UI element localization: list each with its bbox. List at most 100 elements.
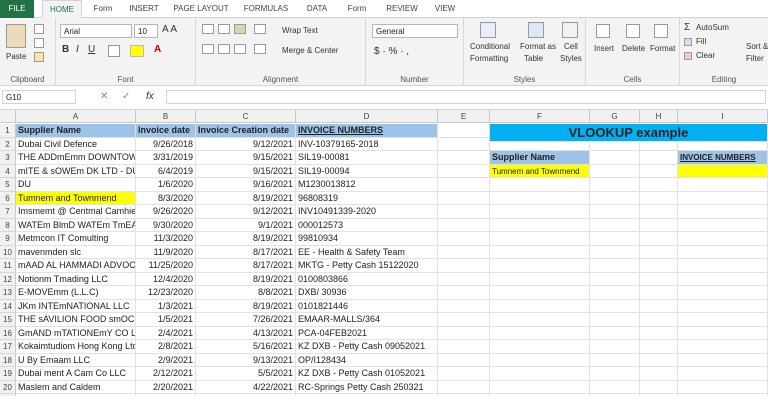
row-header-3[interactable]: 3 [0,151,16,165]
empty-cell[interactable] [438,272,490,286]
empty-cell[interactable] [640,232,678,246]
empty-cell[interactable] [438,245,490,259]
empty-cell[interactable] [678,232,768,246]
fill-color-icon[interactable] [130,45,144,57]
table-cell[interactable]: MKTG - Petty Cash 15122020 [296,259,438,273]
empty-cell[interactable] [438,124,490,138]
table-cell[interactable]: WATEm BlmD WATEm TmEA [16,218,136,232]
table-cell[interactable]: JKm INTEmNATIONAL LLC [16,299,136,313]
header-cell-d[interactable]: INVOICE NUMBERS [296,124,438,138]
table-cell[interactable]: 9/26/2020 [136,205,196,219]
empty-cell[interactable] [490,286,590,300]
cell-styles-line1[interactable]: Cell [564,42,578,51]
table-cell[interactable]: INV-10379165-2018 [296,137,438,151]
empty-cell[interactable] [640,205,678,219]
empty-cell[interactable] [678,380,768,394]
vlookup-title[interactable]: VLOOKUP example [490,124,768,142]
table-cell[interactable]: 6/4/2019 [136,164,196,178]
empty-cell[interactable] [640,340,678,354]
empty-cell[interactable] [640,164,678,178]
tab-review[interactable]: REVIEW [380,0,424,18]
table-cell[interactable]: 8/19/2021 [196,272,296,286]
table-cell[interactable]: 12/23/2020 [136,286,196,300]
format-painter-icon[interactable] [34,52,44,62]
delete-button[interactable]: Delete [622,44,645,53]
align-left-icon[interactable] [202,44,214,54]
table-cell[interactable]: 8/3/2020 [136,191,196,205]
clear-icon[interactable] [684,52,692,60]
table-cell[interactable]: OP/I128434 [296,353,438,367]
table-cell[interactable]: mavenmden slc [16,245,136,259]
table-cell[interactable]: THE sAVILION FOOD smOCE [16,313,136,327]
row-header-11[interactable]: 11 [0,259,16,273]
enter-icon[interactable]: ✓ [122,91,130,102]
empty-cell[interactable] [640,299,678,313]
table-cell[interactable]: M1230013812 [296,178,438,192]
empty-cell[interactable] [640,218,678,232]
row-header-12[interactable]: 12 [0,272,16,286]
table-cell[interactable]: mAAD AL HAMMADI ADVOCA [16,259,136,273]
table-cell[interactable]: 2/8/2021 [136,340,196,354]
table-cell[interactable]: 8/17/2021 [196,245,296,259]
empty-cell[interactable] [590,313,640,327]
invoice-result-cell[interactable] [678,164,768,178]
empty-cell[interactable] [490,191,590,205]
table-cell[interactable]: GmAND mTATIONEmY CO L [16,326,136,340]
paste-icon[interactable] [6,24,26,48]
table-cell[interactable]: Notionm Tmading LLC [16,272,136,286]
table-cell[interactable]: 9/15/2021 [196,164,296,178]
supplier-lookup-input[interactable]: Tumnem and Townmend [490,164,590,178]
empty-cell[interactable] [678,326,768,340]
table-cell[interactable]: 1/6/2020 [136,178,196,192]
column-header-i[interactable]: I [678,110,768,123]
table-cell[interactable]: 11/9/2020 [136,245,196,259]
empty-cell[interactable] [590,205,640,219]
column-header-f[interactable]: F [490,110,590,123]
italic-icon[interactable]: I [76,44,79,55]
empty-cell[interactable] [678,353,768,367]
indent-icon[interactable] [254,44,266,54]
font-color-icon[interactable]: A [154,44,161,55]
table-cell[interactable]: Dubai Civil Defence [16,137,136,151]
empty-cell[interactable] [590,299,640,313]
cut-icon[interactable] [34,24,44,34]
align-middle-icon[interactable] [218,24,230,34]
tab-file[interactable]: FILE [0,0,34,18]
table-cell[interactable]: Imsmemt @ Centmal Camhier [16,205,136,219]
name-box[interactable]: G10 [2,90,76,104]
font-name-box[interactable]: Arial [60,24,132,38]
empty-cell[interactable] [590,326,640,340]
table-cell[interactable]: KZ DXB - Petty Cash 09052021 [296,340,438,354]
conditional-formatting-line2[interactable]: Formatting [470,54,508,63]
empty-cell[interactable] [438,232,490,246]
table-cell[interactable]: 000012573 [296,218,438,232]
row-header-16[interactable]: 16 [0,326,16,340]
empty-cell[interactable] [678,313,768,327]
row-header-13[interactable]: 13 [0,286,16,300]
underline-icon[interactable]: U [88,44,95,55]
empty-cell[interactable] [490,326,590,340]
empty-cell[interactable] [640,245,678,259]
empty-cell[interactable] [640,259,678,273]
empty-cell[interactable] [678,178,768,192]
empty-cell[interactable] [590,340,640,354]
empty-cell[interactable] [590,367,640,381]
clear-button[interactable]: Clear [696,51,715,60]
empty-cell[interactable] [490,340,590,354]
table-cell[interactable]: 11/25/2020 [136,259,196,273]
currency-percent-comma-icons[interactable]: $ · % · , [374,46,409,57]
empty-cell[interactable] [438,313,490,327]
column-header-g[interactable]: G [590,110,640,123]
orientation-icon[interactable] [254,24,266,34]
select-all-corner[interactable] [0,110,16,123]
empty-cell[interactable] [590,286,640,300]
empty-cell[interactable] [438,380,490,394]
empty-cell[interactable] [490,299,590,313]
format-icon[interactable] [654,24,668,38]
borders-icon[interactable] [108,45,120,57]
row-header-14[interactable]: 14 [0,299,16,313]
row-header-9[interactable]: 9 [0,232,16,246]
empty-cell[interactable] [490,205,590,219]
empty-cell[interactable] [640,286,678,300]
empty-cell[interactable] [490,218,590,232]
